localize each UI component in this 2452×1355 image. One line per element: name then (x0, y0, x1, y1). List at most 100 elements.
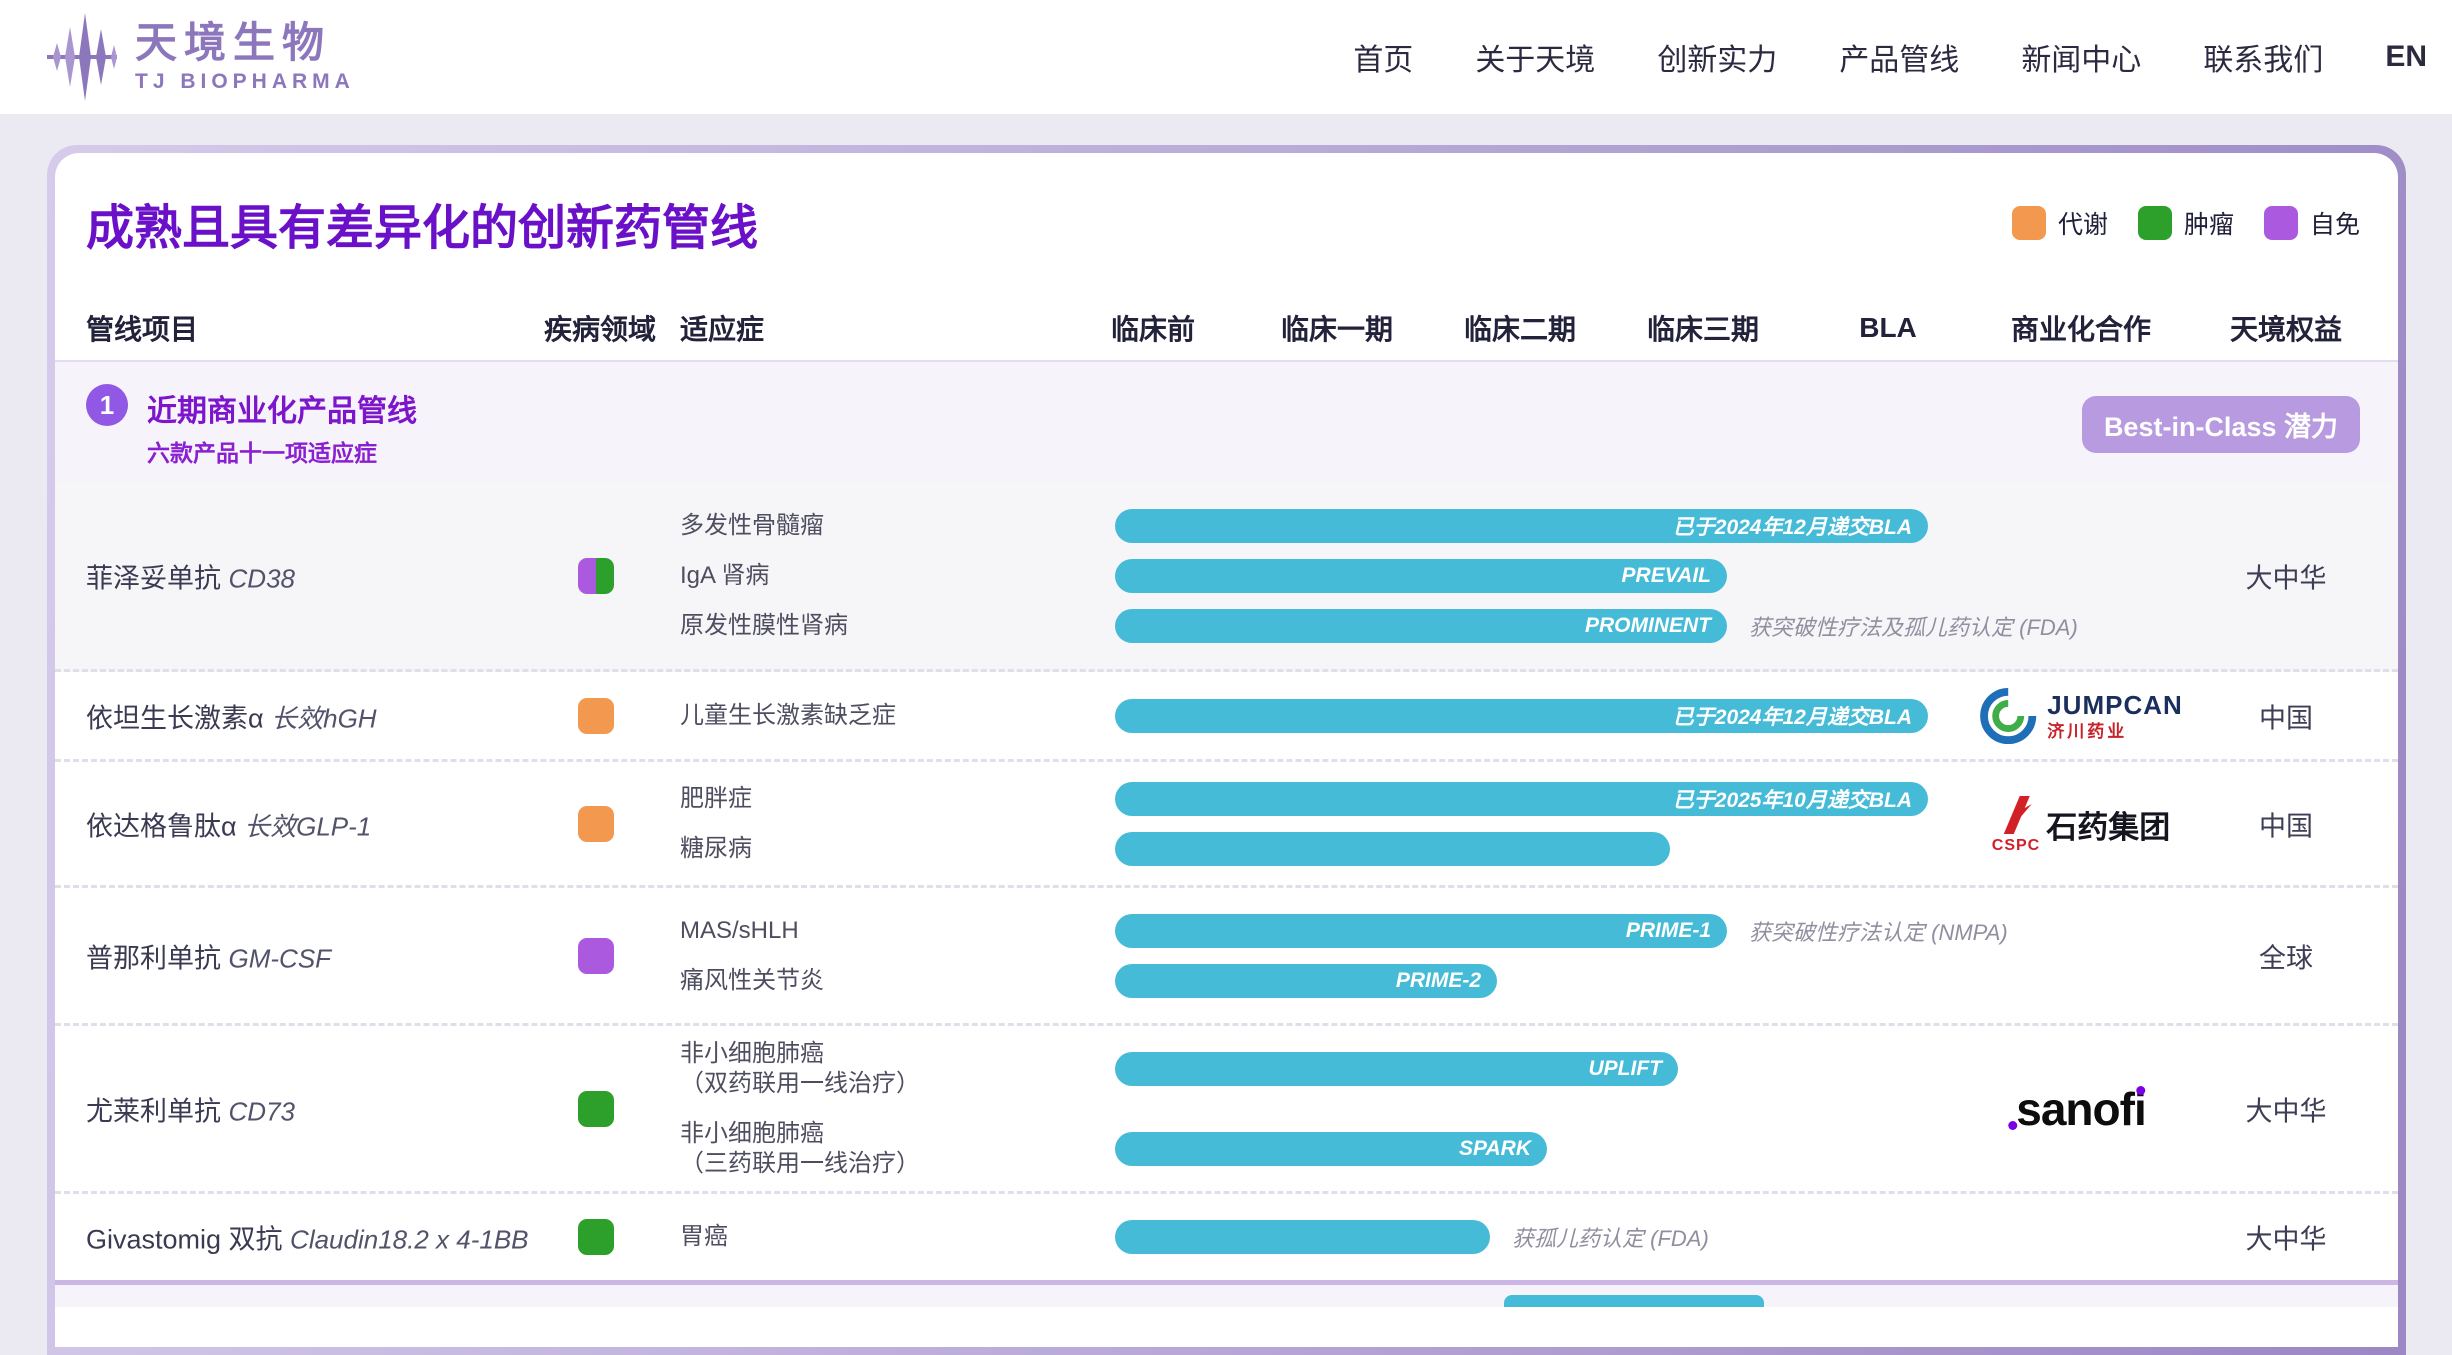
progress-bar: 已于2025年10月递交BLA (1115, 782, 1928, 816)
rights-region: 中国 (2259, 804, 2313, 843)
product-target: CD73 (229, 1096, 295, 1126)
product-target: Claudin18.2 x 4-1BB (290, 1225, 528, 1255)
disease-area-legend: 代谢 肿瘤 自免 (2012, 205, 2360, 241)
pipeline-row-2: 依坦生长激素α 长效hGH 儿童生长激素缺乏症 已于2024年12月递交BLA JUM… (55, 672, 2398, 762)
column-header-3: 临床前 (1111, 308, 1195, 348)
nav: 首页 关于天境 创新实力 产品管线 新闻中心 联系我们 EN (1353, 35, 2427, 79)
legend-color-swatch (2012, 206, 2046, 240)
designation-note: 获突破性疗法认定 (NMPA) (1749, 915, 2008, 947)
product-cn-name: 依达格鲁肽α (86, 811, 244, 841)
indication-line-0: 多发性骨髓瘤已于2024年12月递交BLA (680, 501, 2398, 551)
indication-name: 非小细胞肺癌（双药联用一线治疗） (680, 1039, 920, 1099)
nav-item-pipeline[interactable]: 产品管线 (1839, 35, 1959, 79)
indication-line-1: 痛风性关节炎PRIME-2 (680, 956, 2398, 1006)
indication-name: 原发性膜性肾病 (680, 611, 848, 641)
indication-name: IgA 肾病 (680, 561, 769, 591)
jumpcan-logo-text: JUMPCAN 济川药业 (2047, 692, 2183, 740)
product-name: 依坦生长激素α 长效hGH (86, 696, 377, 735)
best-in-class-badge: Best-in-Class 潜力 (2082, 396, 2360, 453)
jumpcan-sub: 济川药业 (2047, 723, 2183, 740)
column-header-1: 疾病领域 (544, 308, 656, 348)
nav-item-lang-en[interactable]: EN (2385, 40, 2427, 74)
disease-area-indicator (578, 1091, 614, 1127)
pipeline-row-1: 菲泽妥单抗 CD38 多发性骨髓瘤已于2024年12月递交BLA IgA 肾病 PRE… (55, 482, 2398, 672)
product-cn-name: 菲泽妥单抗 (86, 563, 229, 593)
sanofi-logo: sanofi (2016, 1082, 2145, 1136)
rights-region: 全球 (2259, 936, 2313, 975)
progress-bar: PRIME-2 (1115, 964, 1497, 998)
trial-name-label: PREVAIL (1622, 564, 1711, 588)
disease-area-indicator (578, 1219, 614, 1255)
legend-item-2: 自免 (2264, 205, 2360, 241)
indication-name: 肥胖症 (680, 784, 752, 814)
progress-bar (1115, 832, 1670, 866)
trial-name-label: PRIME-1 (1626, 919, 1711, 943)
nav-item-news[interactable]: 新闻中心 (2021, 35, 2141, 79)
nav-item-contact[interactable]: 联系我们 (2203, 35, 2323, 79)
jumpcan-logo-icon (1979, 687, 2037, 745)
nav-item-innovation[interactable]: 创新实力 (1657, 35, 1777, 79)
indication-lines: MAS/sHLH PRIME-1 获突破性疗法认定 (NMPA) 痛风性关节炎PRIM… (680, 888, 2398, 1023)
column-header-9: 天境权益 (2230, 308, 2342, 348)
legend-label: 肿瘤 (2184, 205, 2234, 241)
company-logo[interactable]: 天境生物 TJ BIOPHARMA (47, 11, 355, 103)
nav-item-home[interactable]: 首页 (1353, 35, 1413, 79)
legend-item-0: 代谢 (2012, 205, 2108, 241)
rights-region: 大中华 (2246, 1218, 2327, 1257)
product-cn-name: 尤莱利单抗 (86, 1096, 229, 1126)
section-header-strip: 1 近期商业化产品管线 六款产品十一项适应症 Best-in-Class 潜力 (55, 362, 2398, 482)
next-section-strip (55, 1285, 2398, 1307)
progress-bar: PROMINENT (1115, 609, 1727, 643)
page-title: 成熟且具有差异化的创新药管线 (86, 188, 758, 258)
designation-note: 获突破性疗法及孤儿药认定 (FDA) (1749, 610, 2078, 642)
product-target: CD38 (229, 563, 295, 593)
jumpcan-logo: JUMPCAN 济川药业 (1979, 687, 2183, 745)
product-target: 长效GLP-1 (244, 811, 371, 841)
column-header-6: 临床三期 (1647, 308, 1759, 348)
indication-name: 非小细胞肺癌（三药联用一线治疗） (680, 1119, 920, 1179)
topbar: 天境生物 TJ BIOPHARMA 首页 关于天境 创新实力 产品管线 新闻中心 联系我们… (0, 0, 2452, 114)
pipeline-rows: 菲泽妥单抗 CD38 多发性骨髓瘤已于2024年12月递交BLA IgA 肾病 PRE… (55, 482, 2398, 1280)
legend-item-1: 肿瘤 (2138, 205, 2234, 241)
indication-name: MAS/sHLH (680, 916, 799, 946)
waveform-logo-icon (47, 11, 121, 103)
product-target: 长效hGH (271, 703, 376, 733)
pipeline-row-4: 普那利单抗 GM-CSF MAS/sHLH PRIME-1 获突破性疗法认定 (NMP… (55, 888, 2398, 1026)
product-cn-name: Givastomig 双抗 (86, 1225, 290, 1255)
indication-name: 儿童生长激素缺乏症 (680, 701, 896, 731)
disease-area-indicator (578, 938, 614, 974)
progress-bar: PRIME-1 (1115, 914, 1727, 948)
disease-area-indicator (578, 558, 614, 594)
progress-bar: SPARK (1115, 1132, 1547, 1166)
nav-item-about[interactable]: 关于天境 (1475, 35, 1595, 79)
rights-region: 中国 (2259, 696, 2313, 735)
rights-region: 大中华 (2246, 556, 2327, 595)
indication-line-0: MAS/sHLH PRIME-1 获突破性疗法认定 (NMPA) (680, 906, 2398, 956)
partner-logo-cell: JUMPCAN 济川药业 (1979, 687, 2183, 745)
indication-name: 糖尿病 (680, 834, 752, 864)
rights-region: 大中华 (2246, 1089, 2327, 1128)
disease-area-indicator (578, 806, 614, 842)
jumpcan-name: JUMPCAN (2047, 692, 2183, 718)
section-subtitle: 六款产品十一项适应症 (147, 434, 377, 468)
legend-color-swatch (2138, 206, 2172, 240)
title-row: 成熟且具有差异化的创新药管线 代谢 肿瘤 自免 (86, 183, 2360, 263)
legend-color-swatch (2264, 206, 2298, 240)
partner-logo-cell: sanofi (2016, 1082, 2145, 1136)
trial-name-label: 已于2024年12月递交BLA (1673, 511, 1912, 541)
pipeline-card-inner: 成熟且具有差异化的创新药管线 代谢肿瘤自免 管线项目疾病领域适应症临床前临床一期… (55, 153, 2398, 1347)
progress-bar: 已于2024年12月递交BLA (1115, 509, 1928, 543)
table-header-row: 管线项目疾病领域适应症临床前临床一期临床二期临床三期BLA商业化合作天境权益 (55, 295, 2398, 362)
pipeline-row-3: 依达格鲁肽α 长效GLP-1肥胖症已于2025年10月递交BLA糖尿病CSPC石… (55, 762, 2398, 888)
indication-lines: 胃癌获孤儿药认定 (FDA) (680, 1194, 2398, 1280)
legend-label: 自免 (2310, 205, 2360, 241)
column-header-8: 商业化合作 (2011, 308, 2151, 348)
trial-name-label: UPLIFT (1589, 1057, 1663, 1081)
product-name: Givastomig 双抗 Claudin18.2 x 4-1BB (86, 1218, 529, 1257)
legend-label: 代谢 (2058, 205, 2108, 241)
cspc-en-name: CSPC (1992, 838, 2040, 854)
trial-name-label: PROMINENT (1585, 614, 1711, 638)
trial-name-label: 已于2024年12月递交BLA (1673, 701, 1912, 731)
cspc-logo-mark: CSPC (1992, 794, 2040, 854)
product-name: 普那利单抗 GM-CSF (86, 936, 331, 975)
